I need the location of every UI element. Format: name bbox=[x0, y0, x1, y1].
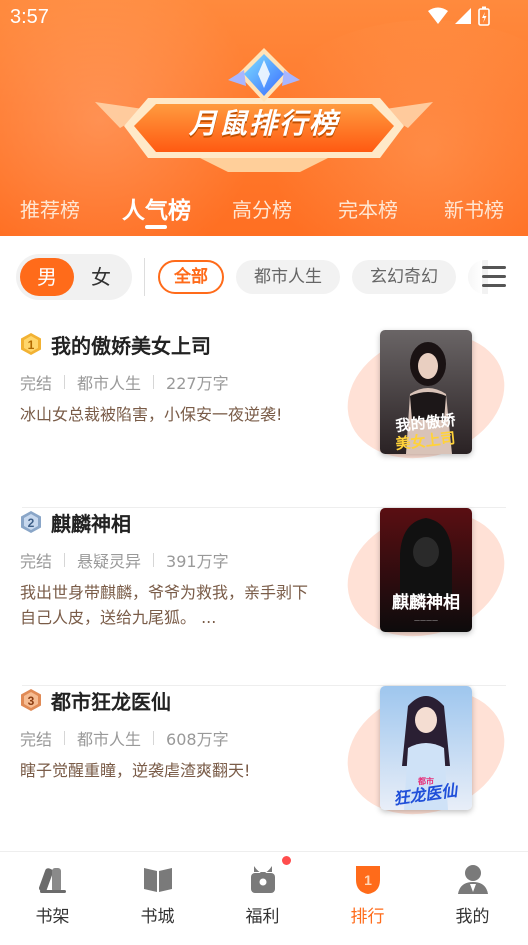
active-tab-indicator bbox=[145, 225, 167, 229]
gender-female-option[interactable]: 女 bbox=[74, 258, 128, 296]
gender-male-option[interactable]: 男 bbox=[20, 258, 74, 296]
tab-popular[interactable]: 人气榜 bbox=[122, 191, 191, 225]
svg-text:2: 2 bbox=[28, 516, 35, 530]
book-description: 瞎子觉醒重瞳，逆袭虐渣爽翻天! bbox=[20, 761, 251, 780]
status-time: 3:57 bbox=[10, 6, 49, 28]
ranking-trophy-icon: 1 bbox=[356, 866, 380, 894]
tab-completed[interactable]: 完本榜 bbox=[338, 194, 398, 223]
book-meta: 完结 都市人生 608万字 bbox=[20, 726, 229, 750]
book-meta: 完结 都市人生 227万字 bbox=[20, 370, 229, 394]
svg-text:1: 1 bbox=[28, 338, 35, 352]
filter-divider bbox=[144, 258, 145, 296]
rank-silver-icon: 2 bbox=[21, 511, 41, 533]
status-bar: 3:57 bbox=[0, 0, 528, 36]
nav-label: 排行 bbox=[350, 907, 385, 927]
bottom-nav: 书架 书城 福利 1 排行 我的 bbox=[0, 851, 528, 945]
wifi-icon bbox=[428, 7, 448, 24]
book-item[interactable]: 1 我的傲娇美女上司 完结 都市人生 227万字 冰山女总裁被陷害，小保安一夜逆… bbox=[0, 314, 528, 508]
category-fantasy[interactable]: 玄幻奇幻 bbox=[352, 260, 456, 294]
header: 3:57 月鼠排行榜 推荐榜 人气榜 高分榜 完本榜 新书榜 bbox=[0, 0, 528, 236]
filter-fade bbox=[462, 256, 482, 300]
menu-icon[interactable] bbox=[482, 266, 508, 288]
rank-gold-icon: 1 bbox=[21, 333, 41, 355]
book-title: 麒麟神相 bbox=[51, 512, 131, 536]
nav-ranking[interactable]: 1 排行 bbox=[315, 852, 420, 945]
meta-separator bbox=[64, 731, 66, 745]
book-status: 完结 bbox=[20, 730, 53, 749]
nav-label: 书架 bbox=[35, 907, 70, 927]
book-status: 完结 bbox=[20, 552, 53, 571]
profile-icon bbox=[458, 865, 488, 894]
book-description: 我出世身带麒麟，爷爷为救我，亲手剥下自己人皮，送给九尾狐。 ... bbox=[20, 583, 309, 627]
banner-title: 月鼠排行榜 bbox=[188, 107, 339, 140]
tab-high-score[interactable]: 高分榜 bbox=[232, 194, 292, 223]
nav-profile[interactable]: 我的 bbox=[420, 852, 525, 945]
meta-separator bbox=[64, 553, 66, 567]
svg-text:麒麟神相: 麒麟神相 bbox=[392, 592, 460, 613]
tab-new-books[interactable]: 新书榜 bbox=[444, 194, 504, 223]
book-cover[interactable]: 我的傲娇 美女上司 bbox=[380, 330, 472, 454]
book-category: 都市人生 bbox=[77, 730, 142, 749]
category-all[interactable]: 全部 bbox=[158, 260, 224, 294]
category-urban-life[interactable]: 都市人生 bbox=[236, 260, 340, 294]
book-item[interactable]: 2 麒麟神相 完结 悬疑灵异 391万字 我出世身带麒麟，爷爷为救我，亲手剥下自… bbox=[0, 492, 528, 686]
nav-label: 书城 bbox=[140, 907, 175, 927]
book-title: 都市狂龙医仙 bbox=[51, 690, 171, 714]
meta-separator bbox=[64, 375, 66, 389]
meta-separator bbox=[153, 375, 155, 389]
filter-row: 男 女 全部 都市人生 玄幻奇幻 bbox=[0, 236, 528, 316]
rank-bronze-icon: 3 bbox=[21, 689, 41, 711]
book-meta: 完结 悬疑灵异 391万字 bbox=[20, 548, 229, 572]
meta-separator bbox=[153, 731, 155, 745]
ranking-tabs: 推荐榜 人气榜 高分榜 完本榜 新书榜 bbox=[0, 186, 528, 236]
svg-text:3: 3 bbox=[28, 694, 35, 708]
book-cover[interactable]: 麒麟神相 ———— bbox=[380, 508, 472, 632]
status-icons bbox=[428, 6, 490, 26]
tab-recommend[interactable]: 推荐榜 bbox=[20, 194, 80, 223]
book-word-count: 227万字 bbox=[166, 374, 229, 393]
nav-label: 福利 bbox=[245, 907, 280, 927]
gender-toggle: 男 女 bbox=[16, 254, 132, 300]
bookshelf-icon bbox=[38, 868, 66, 893]
book-status: 完结 bbox=[20, 374, 53, 393]
gift-icon bbox=[251, 866, 275, 893]
meta-separator bbox=[153, 553, 155, 567]
nav-book-city[interactable]: 书城 bbox=[105, 852, 210, 945]
nav-label: 我的 bbox=[455, 907, 490, 927]
book-item[interactable]: 3 都市狂龙医仙 完结 都市人生 608万字 瞎子觉醒重瞳，逆袭虐渣爽翻天! 都… bbox=[0, 670, 528, 864]
nav-welfare[interactable]: 福利 bbox=[210, 852, 315, 945]
battery-icon bbox=[478, 6, 490, 26]
book-cover[interactable]: 都市 狂龙医仙 bbox=[380, 686, 472, 810]
svg-text:————: ———— bbox=[414, 617, 438, 624]
book-description: 冰山女总裁被陷害，小保安一夜逆袭! bbox=[20, 405, 283, 424]
svg-text:1: 1 bbox=[364, 872, 372, 888]
signal-icon bbox=[455, 8, 471, 24]
notification-dot bbox=[282, 856, 291, 865]
book-category: 悬疑灵异 bbox=[77, 552, 142, 571]
book-title: 我的傲娇美女上司 bbox=[51, 334, 211, 358]
book-word-count: 608万字 bbox=[166, 730, 229, 749]
nav-bookshelf[interactable]: 书架 bbox=[0, 852, 105, 945]
book-category: 都市人生 bbox=[77, 374, 142, 393]
book-word-count: 391万字 bbox=[166, 552, 229, 571]
book-city-icon bbox=[144, 868, 172, 892]
